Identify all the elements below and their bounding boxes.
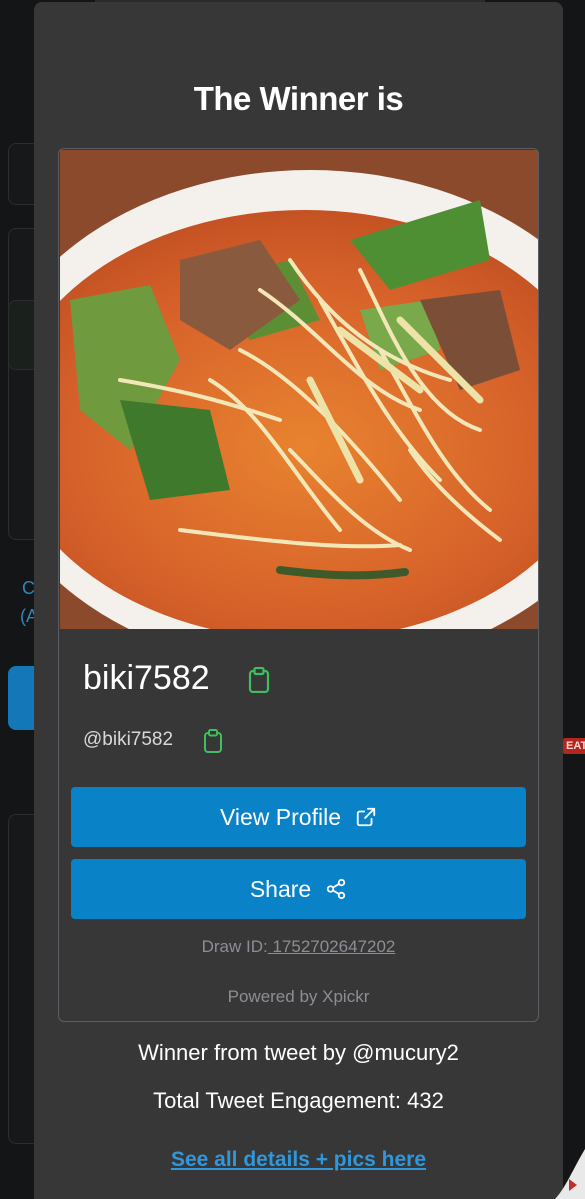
winner-handle: @biki7582 [83, 729, 174, 750]
powered-by-text: Powered by Xpickr [227, 987, 370, 1006]
share-button[interactable]: Share [71, 859, 526, 919]
winner-display-name: biki7582 [83, 659, 210, 697]
view-profile-label: View Profile [219, 803, 342, 830]
winner-profile-photo [60, 150, 538, 629]
see-all-details-link[interactable]: See all details + pics here [34, 1148, 563, 1172]
copy-name-clipboard-icon[interactable] [248, 667, 270, 693]
winner-modal: The Winner is biki7582 @biki7582 View Pr… [34, 2, 563, 1199]
tweet-engagement-total: Total Tweet Engagement: 432 [153, 1088, 444, 1113]
draw-id-link[interactable]: 1752702647202 [268, 937, 395, 956]
share-label: Share [249, 875, 312, 902]
share-icon [327, 878, 346, 900]
background-badge: EAT [563, 738, 585, 754]
external-link-icon [356, 807, 376, 827]
draw-id: Draw ID: 1752702647202 [59, 937, 538, 957]
food-photo-icon [60, 150, 538, 629]
winner-card: biki7582 @biki7582 View Profile Share Dr… [58, 148, 539, 1022]
draw-id-label: Draw ID: [201, 937, 268, 956]
winner-tweet-source: Winner from tweet by @mucury2 [138, 1040, 459, 1065]
modal-title: The Winner is [193, 80, 404, 117]
view-profile-button[interactable]: View Profile [71, 787, 526, 847]
copy-handle-clipboard-icon[interactable] [203, 729, 223, 753]
corner-widget-icon [555, 1149, 585, 1199]
